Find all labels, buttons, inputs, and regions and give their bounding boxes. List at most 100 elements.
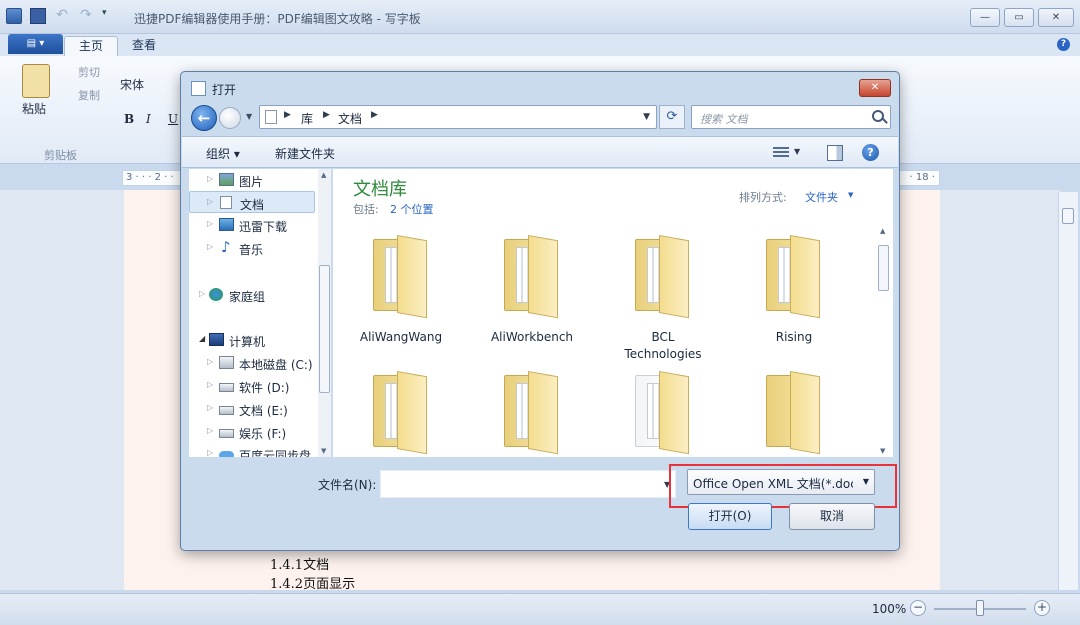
expand-arrow-icon[interactable]: ▷	[199, 289, 205, 298]
status-bar: 100% − +	[0, 593, 1080, 625]
recent-locations-dropdown[interactable]: ▼	[246, 112, 252, 121]
cut-button[interactable]: 剪切	[78, 64, 100, 80]
dialog-close-button[interactable]: ✕	[859, 79, 891, 97]
breadcrumb-libraries[interactable]: 库	[301, 110, 313, 127]
expand-arrow-icon[interactable]: ▷	[207, 197, 213, 206]
app-icon[interactable]	[6, 8, 22, 24]
document-scrollbar[interactable]	[1058, 192, 1078, 590]
folder-item[interactable]: AliWangWang	[341, 233, 461, 363]
search-icon[interactable]	[872, 110, 884, 122]
nav-item-drive-e[interactable]: ▷ 文档 (E:)	[189, 398, 315, 420]
zoom-out-button[interactable]: −	[910, 600, 926, 616]
scroll-down-icon[interactable]: ▼	[880, 447, 885, 455]
scroll-down-icon[interactable]: ▼	[321, 447, 326, 455]
nav-item-label: 图片	[239, 175, 264, 189]
expand-arrow-icon[interactable]: ▷	[207, 380, 213, 389]
nav-item-drive-c[interactable]: ▷ 本地磁盘 (C:)	[189, 352, 315, 374]
expand-arrow-icon[interactable]: ▷	[207, 403, 213, 412]
tab-view[interactable]: 查看	[118, 36, 170, 56]
breadcrumb-documents[interactable]: 文档	[338, 110, 362, 127]
redo-icon[interactable]: ↷	[78, 8, 94, 24]
address-bar[interactable]: ▶ 库 ▶ 文档 ▶ ▼	[259, 105, 657, 129]
expand-arrow-icon[interactable]: ▷	[207, 448, 213, 457]
command-bar: 组织 ▾ 新建文件夹 ▼ ?	[182, 136, 898, 168]
navigation-scrollbar[interactable]: ▲ ▼	[318, 169, 331, 457]
nav-item-homegroup[interactable]: ▷ 家庭组	[189, 284, 315, 306]
file-list-scrollbar[interactable]: ▲ ▼	[877, 225, 891, 457]
nav-item-computer[interactable]: ◢ 计算机	[189, 329, 315, 351]
maximize-button[interactable]: ▭	[1004, 8, 1034, 27]
nav-item-label: 百度云同步盘	[239, 449, 312, 457]
library-locations-link[interactable]: 2 个位置	[390, 201, 434, 217]
change-view-icon[interactable]	[773, 147, 789, 159]
nav-item-pictures[interactable]: ▷ 图片	[189, 169, 315, 191]
folder-icon	[371, 233, 431, 319]
search-input[interactable]: 搜索 文档	[700, 111, 748, 127]
scrollbar-thumb[interactable]	[319, 265, 330, 393]
breadcrumb-separator-icon[interactable]: ▶	[371, 110, 378, 120]
undo-icon[interactable]: ↶	[54, 8, 70, 24]
customize-qat-icon[interactable]: ▾	[102, 8, 118, 24]
font-family-select[interactable]: 宋体	[120, 76, 144, 93]
filename-input[interactable]	[380, 470, 676, 498]
nav-item-label: 本地磁盘 (C:)	[239, 358, 313, 372]
collapse-arrow-icon[interactable]: ◢	[199, 334, 205, 343]
close-window-button[interactable]: ✕	[1038, 8, 1074, 27]
expand-arrow-icon[interactable]: ▷	[207, 357, 213, 366]
filename-label: 文件名(N):	[318, 478, 377, 492]
expand-arrow-icon[interactable]: ▷	[207, 174, 213, 183]
refresh-button[interactable]: ⟳	[659, 105, 685, 129]
forward-button[interactable]	[219, 107, 241, 129]
zoom-slider-thumb[interactable]	[976, 600, 984, 616]
nav-item-drive-f[interactable]: ▷ 娱乐 (F:)	[189, 421, 315, 443]
breadcrumb-separator-icon[interactable]: ▶	[284, 110, 291, 120]
scrollbar-thumb[interactable]	[1062, 208, 1074, 224]
search-box[interactable]: 搜索 文档	[691, 105, 891, 129]
address-dropdown-icon[interactable]: ▼	[643, 112, 650, 122]
back-button[interactable]: ←	[191, 105, 217, 131]
cancel-button[interactable]: 取消	[789, 503, 875, 530]
folder-icon	[764, 233, 824, 319]
paste-icon[interactable]	[22, 64, 50, 98]
nav-item-thunder-download[interactable]: ▷ 迅雷下载	[189, 214, 315, 236]
nav-item-documents[interactable]: ▷ 文档	[189, 191, 315, 213]
paste-button[interactable]: 粘贴	[22, 100, 46, 117]
scroll-up-icon[interactable]: ▲	[880, 227, 885, 235]
folder-item[interactable]	[603, 369, 723, 457]
nav-item-baidu-cloud[interactable]: ▷ 百度云同步盘	[189, 443, 315, 457]
save-icon[interactable]	[30, 8, 46, 24]
application-menu-button[interactable]: ▤ ▾	[8, 34, 63, 54]
preview-pane-icon[interactable]	[827, 145, 843, 161]
expand-arrow-icon[interactable]: ▷	[207, 219, 213, 228]
folder-name: AliWorkbench	[490, 330, 574, 344]
copy-button[interactable]: 复制	[78, 87, 100, 103]
scroll-up-icon[interactable]: ▲	[321, 171, 326, 179]
expand-arrow-icon[interactable]: ▷	[207, 426, 213, 435]
open-button[interactable]: 打开(O)	[688, 503, 772, 530]
folder-item[interactable]	[341, 369, 461, 457]
help-icon[interactable]: ?	[862, 144, 879, 161]
new-folder-button[interactable]: 新建文件夹	[275, 145, 335, 162]
arrange-by-select[interactable]: 文件夹	[805, 189, 838, 205]
view-dropdown-icon[interactable]: ▼	[794, 147, 800, 156]
bold-button[interactable]: B	[124, 112, 134, 126]
folder-item[interactable]	[734, 369, 854, 457]
tab-home[interactable]: 主页	[64, 36, 119, 56]
nav-item-music[interactable]: ▷ 音乐	[189, 237, 315, 259]
folder-item[interactable]: Rising	[734, 233, 854, 363]
folder-item[interactable]: BCL Technologies	[603, 233, 723, 363]
breadcrumb-separator-icon[interactable]: ▶	[323, 110, 330, 120]
scrollbar-thumb[interactable]	[878, 245, 889, 291]
italic-button[interactable]: I	[146, 112, 151, 126]
file-type-select[interactable]: Office Open XML 文档(*.docx) ▼	[687, 469, 875, 495]
help-icon[interactable]: ?	[1057, 38, 1070, 51]
arrange-dropdown-icon[interactable]: ▼	[848, 191, 853, 199]
expand-arrow-icon[interactable]: ▷	[207, 242, 213, 251]
folder-item[interactable]	[472, 369, 592, 457]
folder-item[interactable]: AliWorkbench	[472, 233, 592, 363]
organize-button[interactable]: 组织 ▾	[206, 145, 240, 162]
zoom-in-button[interactable]: +	[1034, 600, 1050, 616]
underline-button[interactable]: U	[168, 112, 178, 126]
minimize-button[interactable]: —	[970, 8, 1000, 27]
nav-item-drive-d[interactable]: ▷ 软件 (D:)	[189, 375, 315, 397]
